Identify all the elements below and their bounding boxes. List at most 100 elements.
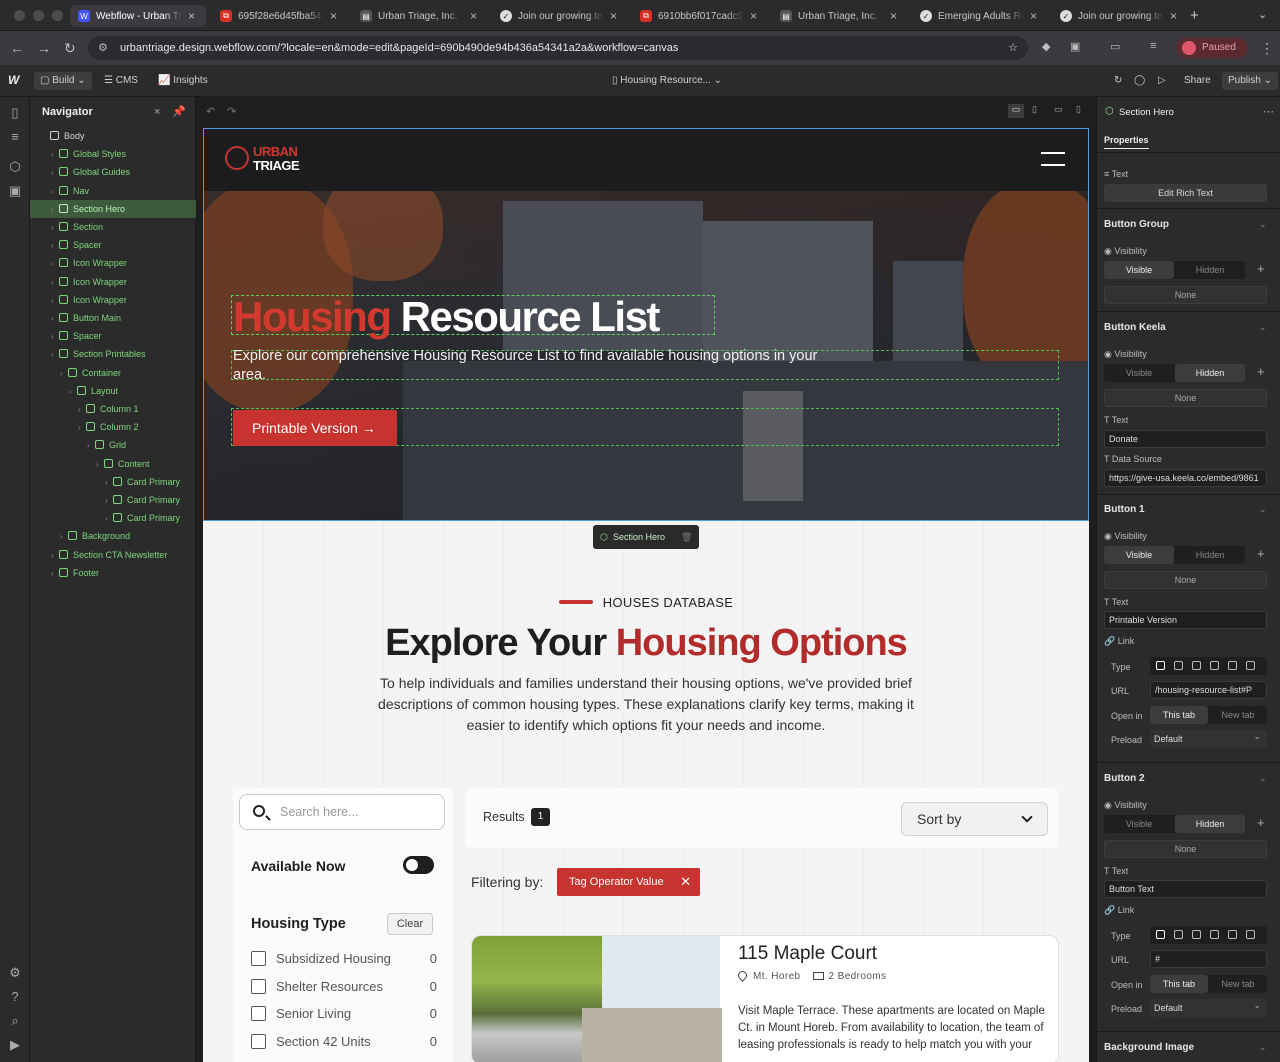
available-now-toggle[interactable] [403,856,434,874]
hidden-option[interactable]: Hidden [1175,364,1245,382]
expand-caret-icon[interactable]: › [51,274,59,292]
add-icon[interactable]: + [1257,261,1265,276]
background-image-heading[interactable]: Background Image [1104,1042,1194,1053]
forward-arrow-icon[interactable]: → [37,40,51,56]
share-button[interactable]: Share [1178,72,1217,90]
chevron-down-icon[interactable]: ⌄ [1259,219,1267,230]
housing-type-option[interactable]: Section 42 Units 0 [251,1033,437,1051]
button-2-text-field[interactable]: Button Text [1104,880,1267,898]
close-tab-icon[interactable]: × [1030,9,1040,23]
checkbox[interactable] [251,1006,266,1021]
hidden-option[interactable]: Hidden [1175,815,1245,833]
browser-tab[interactable]: W Webflow - Urban Triage × [70,5,206,27]
housing-card[interactable]: 115 Maple Court Mt. Horeb 2 Bedrooms Visi… [471,935,1059,1062]
sidebar-icon[interactable]: ≡ [1150,40,1156,52]
navigator-item[interactable]: › Column 1 [30,400,196,418]
phone-link-icon[interactable] [1228,661,1237,670]
puzzle-icon[interactable]: ▣ [1070,40,1080,53]
expand-caret-icon[interactable]: › [51,237,59,255]
button-1-heading[interactable]: Button 1 [1104,504,1145,515]
comment-icon[interactable]: ◯ [1128,72,1151,90]
components-icon[interactable]: ⬡ [7,159,23,175]
expand-caret-icon[interactable]: › [51,328,59,346]
expand-caret-icon[interactable]: › [78,419,86,437]
browser-tab[interactable]: ⧉ 695f28e6d45fba54 × [212,5,348,27]
button-1-text-field[interactable]: Printable Version [1104,611,1267,629]
close-icon[interactable]: × [154,106,160,118]
browser-tab[interactable]: ✓ Join our growing team × [1052,5,1188,27]
link-type-selector[interactable] [1150,657,1267,675]
checkbox[interactable] [251,951,266,966]
visibility-toggle[interactable]: Visible Hidden [1104,546,1245,564]
expand-caret-icon[interactable]: › [105,510,113,528]
navigator-item[interactable]: › Nav [30,182,196,200]
cms-button[interactable]: ☰ CMS [98,72,144,90]
new-tab-option[interactable]: New tab [1209,706,1267,724]
close-tab-icon[interactable]: × [750,9,760,23]
navigator-item[interactable]: › Spacer [30,236,196,254]
site-settings-icon[interactable]: ⚙ [98,36,108,60]
page-link-icon[interactable] [1174,661,1183,670]
none-button[interactable]: None [1104,286,1267,304]
navigator-item[interactable]: › Container [30,364,196,382]
minimize-window-button[interactable] [33,10,44,21]
navigator-item[interactable]: › Global Styles [30,145,196,163]
navigator-item[interactable]: › Card Primary [30,473,196,491]
publish-button[interactable]: Publish ⌄ [1222,72,1278,90]
button-2-url-field[interactable]: # [1150,950,1267,968]
expand-caret-icon[interactable]: › [51,292,59,310]
preload-select[interactable]: Default [1150,996,1267,1017]
housing-card-title[interactable]: 115 Maple Court [738,943,877,965]
phone-link-icon[interactable] [1228,930,1237,939]
insights-button[interactable]: 📈 Insights [152,72,214,90]
hidden-option[interactable]: Hidden [1175,546,1245,564]
edit-rich-text-button[interactable]: Edit Rich Text [1104,184,1267,202]
zoom-window-button[interactable] [52,10,63,21]
navigator-item[interactable]: › Section CTA Newsletter [30,546,196,564]
reload-icon[interactable]: ↻ [64,40,76,57]
navigator-item[interactable]: › Spacer [30,327,196,345]
section-link-icon[interactable] [1192,661,1201,670]
visible-option[interactable]: Visible [1104,815,1174,833]
browser-tab[interactable]: ▤ Urban Triage, Inc. × [352,5,488,27]
hidden-option[interactable]: Hidden [1175,261,1245,279]
housing-type-option[interactable]: Subsidized Housing 0 [251,950,437,968]
email-link-icon[interactable] [1210,661,1219,670]
browser-menu-icon[interactable]: ⋮ [1260,40,1274,57]
assets-icon[interactable]: ▣ [7,183,23,199]
expand-caret-icon[interactable]: › [51,547,59,565]
chevron-down-icon[interactable]: ⌄ [1259,1042,1267,1053]
asset-link-icon[interactable] [1246,930,1255,939]
redo-icon[interactable]: ↷ [227,105,236,118]
page-canvas[interactable]: URBAN TRIAGE Housing Resource List Explo… [203,128,1089,1062]
back-arrow-icon[interactable]: ← [10,40,24,56]
button-2-heading[interactable]: Button 2 [1104,773,1145,784]
page-link-icon[interactable] [1174,930,1183,939]
navigator-item[interactable]: › Icon Wrapper [30,291,196,309]
pin-icon[interactable]: 📌 [172,105,186,118]
navigator-item[interactable]: › Section [30,218,196,236]
close-tab-icon[interactable]: × [610,9,620,23]
webflow-logo-icon[interactable]: W [8,73,19,87]
expand-caret-icon[interactable]: › [105,474,113,492]
search-input[interactable]: Search here... [239,794,445,830]
address-bar[interactable]: ⚙ urbantriage.design.webflow.com/?locale… [88,36,1028,60]
tab-list-chevron-icon[interactable]: ⌄ [1258,8,1267,21]
none-button[interactable]: None [1104,840,1267,858]
url-link-icon[interactable] [1156,930,1165,939]
navigator-item[interactable]: › Icon Wrapper [30,254,196,272]
navigator-item[interactable]: › Card Primary [30,491,196,509]
chevron-down-icon[interactable]: ⌄ [1259,322,1267,333]
expand-caret-icon[interactable]: › [51,310,59,328]
visible-option[interactable]: Visible [1104,261,1174,279]
expand-caret-icon[interactable]: › [51,565,59,583]
expand-caret-icon[interactable]: › [51,219,59,237]
link-type-selector[interactable] [1150,926,1267,944]
section-hero[interactable]: URBAN TRIAGE Housing Resource List Explo… [203,128,1089,521]
visible-option[interactable]: Visible [1104,364,1174,382]
asset-link-icon[interactable] [1246,661,1255,670]
expand-caret-icon[interactable]: › [60,365,68,383]
expand-caret-icon[interactable]: › [51,255,59,273]
visibility-toggle[interactable]: Visible Hidden [1104,364,1245,382]
open-in-toggle[interactable]: This tab New tab [1150,706,1267,724]
